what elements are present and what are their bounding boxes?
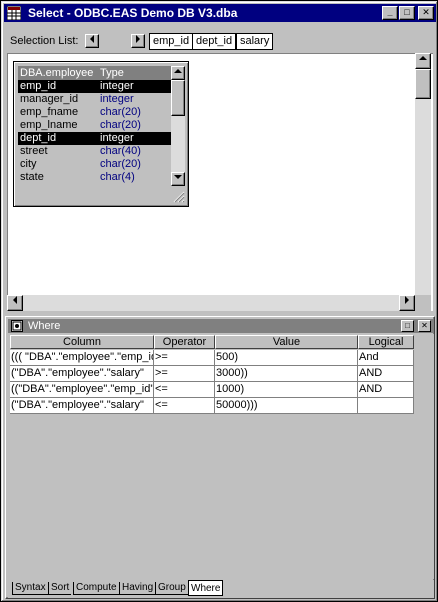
- tab-strip: Syntax Sort Compute Having Group Where: [8, 580, 434, 598]
- close-button[interactable]: ✕: [418, 6, 434, 20]
- column-header-operator[interactable]: Operator: [154, 335, 215, 349]
- arrow-right-icon: [405, 296, 409, 304]
- field-row[interactable]: emp_id integer: [18, 80, 171, 93]
- where-cell-logical[interactable]: [358, 398, 414, 414]
- where-cell-column[interactable]: ("DBA"."employee"."salary": [10, 398, 154, 414]
- scroll-corner: [415, 295, 431, 311]
- tab-group[interactable]: Group: [155, 582, 188, 595]
- where-cell-value[interactable]: 50000))): [215, 398, 358, 414]
- scroll-up-button[interactable]: [171, 66, 185, 80]
- title-bar[interactable]: Select - ODBC.EAS Demo DB V3.dba _ □ ✕: [4, 4, 436, 22]
- arrow-right-icon: [136, 35, 140, 43]
- scroll-up-button[interactable]: [415, 53, 431, 69]
- maximize-icon: □: [404, 7, 410, 17]
- arrow-left-icon: [90, 35, 94, 43]
- maximize-icon: □: [405, 321, 410, 330]
- resize-grip-icon[interactable]: [172, 190, 185, 203]
- arrow-up-icon: [174, 69, 182, 73]
- selection-chip[interactable]: salary: [236, 33, 274, 50]
- field-row[interactable]: dept_id integer: [18, 132, 171, 145]
- selection-list-label: Selection List:: [10, 35, 79, 47]
- where-cell-logical[interactable]: AND: [358, 382, 414, 398]
- scroll-down-button[interactable]: [171, 172, 185, 186]
- where-close-button[interactable]: ✕: [418, 320, 431, 332]
- table-box-employee[interactable]: DBA.employee Type emp_id integer manager_…: [13, 61, 189, 207]
- where-cell-column[interactable]: ((( "DBA"."employee"."emp_id": [10, 350, 154, 366]
- table-box-scrollbar[interactable]: [171, 66, 185, 186]
- field-row[interactable]: manager_id integer: [18, 93, 171, 106]
- where-cell-logical[interactable]: AND: [358, 366, 414, 382]
- scroll-thumb[interactable]: [171, 80, 185, 116]
- maximize-button[interactable]: □: [399, 6, 415, 20]
- tab-compute[interactable]: Compute: [73, 582, 119, 595]
- where-cell-value[interactable]: 500): [215, 350, 358, 366]
- field-row[interactable]: city char(20): [18, 158, 171, 171]
- table-header[interactable]: DBA.employee Type: [18, 66, 171, 80]
- tab-syntax[interactable]: Syntax: [12, 582, 48, 595]
- where-title-bar[interactable]: Where □ ✕: [8, 319, 434, 333]
- scroll-right-button[interactable]: [399, 295, 415, 311]
- select-window: Select - ODBC.EAS Demo DB V3.dba _ □ ✕ S…: [0, 0, 438, 602]
- grid-icon[interactable]: [7, 6, 21, 20]
- type-column-header: Type: [100, 67, 124, 79]
- tab-sort[interactable]: Sort: [48, 582, 72, 595]
- table-name: DBA.employee: [20, 67, 94, 79]
- where-cell-value[interactable]: 3000)): [215, 366, 358, 382]
- where-cell-operator[interactable]: >=: [154, 350, 215, 366]
- where-window: Where □ ✕ Column Operator Value Logical …: [5, 316, 435, 599]
- arrow-up-icon: [419, 56, 427, 60]
- where-cell-operator[interactable]: >=: [154, 366, 215, 382]
- window-icon: [12, 321, 22, 331]
- scroll-left-button[interactable]: [85, 34, 99, 48]
- where-cell-operator[interactable]: <=: [154, 382, 215, 398]
- canvas-vertical-scrollbar[interactable]: [415, 53, 431, 295]
- close-icon: ✕: [422, 7, 430, 17]
- where-cell-operator[interactable]: <=: [154, 398, 215, 414]
- selection-chip[interactable]: emp_id: [149, 33, 194, 50]
- where-title: Where: [28, 320, 61, 332]
- minimize-icon: _: [387, 7, 393, 17]
- field-row[interactable]: emp_fname char(20): [18, 106, 171, 119]
- tab-having[interactable]: Having: [119, 582, 156, 595]
- scroll-right-button[interactable]: [131, 34, 145, 48]
- field-row[interactable]: emp_lname char(20): [18, 119, 171, 132]
- where-cell-column[interactable]: (("DBA"."employee"."emp_id": [10, 382, 154, 398]
- selection-list-bar: Selection List: emp_id dept_id salary: [5, 27, 435, 55]
- column-header-column[interactable]: Column: [10, 335, 154, 349]
- scroll-left-button[interactable]: [7, 295, 23, 311]
- column-header-value[interactable]: Value: [215, 335, 358, 349]
- where-maximize-button[interactable]: □: [401, 320, 414, 332]
- window-title: Select - ODBC.EAS Demo DB V3.dba: [28, 6, 238, 20]
- minimize-button[interactable]: _: [382, 6, 398, 20]
- scroll-thumb[interactable]: [415, 69, 431, 99]
- canvas-horizontal-scrollbar[interactable]: [7, 295, 415, 311]
- where-cell-value[interactable]: 1000): [215, 382, 358, 398]
- where-grid[interactable]: Column Operator Value Logical ((( "DBA".…: [8, 334, 434, 579]
- arrow-down-icon: [174, 175, 182, 179]
- close-icon: ✕: [421, 321, 428, 330]
- selection-chip[interactable]: dept_id: [192, 33, 237, 50]
- column-header-logical[interactable]: Logical: [358, 335, 414, 349]
- where-cell-logical[interactable]: And: [358, 350, 414, 366]
- field-row[interactable]: state char(4): [18, 171, 171, 184]
- field-row[interactable]: street char(40): [18, 145, 171, 158]
- arrow-left-icon: [13, 296, 17, 304]
- where-cell-column[interactable]: ("DBA"."employee"."salary": [10, 366, 154, 382]
- selection-list-scrollbar[interactable]: [85, 34, 151, 48]
- where-window-icon[interactable]: [11, 320, 23, 332]
- tab-where[interactable]: Where: [188, 580, 224, 596]
